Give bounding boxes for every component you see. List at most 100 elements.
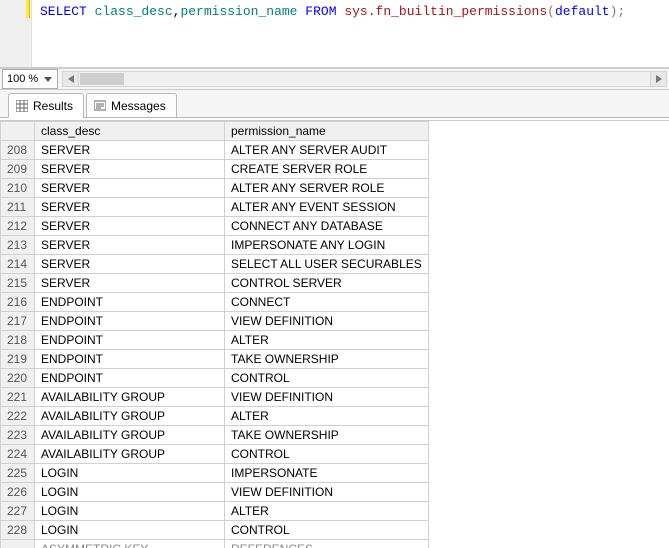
scroll-left-icon[interactable] bbox=[63, 72, 79, 86]
cell-permission-name: CONNECT ANY DATABASE bbox=[225, 217, 429, 236]
table-row[interactable]: 220ENDPOINTCONTROL bbox=[1, 369, 429, 388]
header-permission-name[interactable]: permission_name bbox=[225, 122, 429, 141]
cell-class-desc: LOGIN bbox=[35, 521, 225, 540]
cell-rownum: 216 bbox=[1, 293, 35, 312]
cell-permission-name: CONNECT bbox=[225, 293, 429, 312]
cell-rownum: 217 bbox=[1, 312, 35, 331]
cell-permission-name: IMPERSONATE ANY LOGIN bbox=[225, 236, 429, 255]
column-class-desc: class_desc bbox=[95, 4, 173, 19]
cell-class-desc: ASYMMETRIC KEY bbox=[35, 540, 225, 548]
cell-permission-name: VIEW DEFINITION bbox=[225, 312, 429, 331]
scroll-thumb[interactable] bbox=[80, 73, 124, 85]
change-marker bbox=[26, 0, 30, 18]
cell-rownum: 218 bbox=[1, 331, 35, 350]
line-gutter bbox=[0, 0, 32, 67]
tab-messages[interactable]: Messages bbox=[86, 93, 177, 117]
cell-permission-name: VIEW DEFINITION bbox=[225, 388, 429, 407]
zoom-dropdown[interactable]: 100 % bbox=[2, 69, 58, 89]
cell-rownum: 222 bbox=[1, 407, 35, 426]
cell-rownum: 214 bbox=[1, 255, 35, 274]
cell-class-desc: SERVER bbox=[35, 236, 225, 255]
table-row[interactable]: 211SERVERALTER ANY EVENT SESSION bbox=[1, 198, 429, 217]
cell-permission-name: ALTER ANY SERVER ROLE bbox=[225, 179, 429, 198]
header-class-desc[interactable]: class_desc bbox=[35, 122, 225, 141]
cell-class-desc: LOGIN bbox=[35, 483, 225, 502]
table-row[interactable]: 224AVAILABILITY GROUPCONTROL bbox=[1, 445, 429, 464]
table-row[interactable]: 222AVAILABILITY GROUPALTER bbox=[1, 407, 429, 426]
table-row[interactable]: 221AVAILABILITY GROUPVIEW DEFINITION bbox=[1, 388, 429, 407]
tab-results-label: Results bbox=[33, 99, 73, 113]
table-row[interactable]: 216ENDPOINTCONNECT bbox=[1, 293, 429, 312]
function-name: sys.fn_builtin_permissions bbox=[344, 4, 547, 19]
cell-class-desc: SERVER bbox=[35, 217, 225, 236]
query-editor[interactable]: SELECT class_desc,permission_name FROM s… bbox=[0, 0, 669, 68]
table-row[interactable]: 228LOGINCONTROL bbox=[1, 521, 429, 540]
table-row[interactable]: 223AVAILABILITY GROUPTAKE OWNERSHIP bbox=[1, 426, 429, 445]
cell-permission-name: ALTER bbox=[225, 331, 429, 350]
table-row[interactable]: 225LOGINIMPERSONATE bbox=[1, 464, 429, 483]
table-row[interactable]: 227LOGINALTER bbox=[1, 502, 429, 521]
open-paren: ( bbox=[547, 4, 555, 19]
cell-class-desc: LOGIN bbox=[35, 502, 225, 521]
table-row[interactable]: 215SERVERCONTROL SERVER bbox=[1, 274, 429, 293]
table-row[interactable]: 214SERVERSELECT ALL USER SECURABLES bbox=[1, 255, 429, 274]
cell-permission-name: TAKE OWNERSHIP bbox=[225, 350, 429, 369]
cell-rownum: 221 bbox=[1, 388, 35, 407]
table-row[interactable]: 208SERVERALTER ANY SERVER AUDIT bbox=[1, 141, 429, 160]
table-row[interactable]: 219ENDPOINTTAKE OWNERSHIP bbox=[1, 350, 429, 369]
cell-class-desc: AVAILABILITY GROUP bbox=[35, 407, 225, 426]
keyword-default: default bbox=[555, 4, 610, 19]
chevron-down-icon bbox=[41, 74, 55, 86]
cell-permission-name: CONTROL bbox=[225, 445, 429, 464]
cell-rownum: 223 bbox=[1, 426, 35, 445]
table-row[interactable]: 212SERVERCONNECT ANY DATABASE bbox=[1, 217, 429, 236]
table-row[interactable]: 218ENDPOINTALTER bbox=[1, 331, 429, 350]
cell-permission-name: VIEW DEFINITION bbox=[225, 483, 429, 502]
grid-header-row: class_desc permission_name bbox=[1, 122, 429, 141]
cell-rownum: 210 bbox=[1, 179, 35, 198]
table-row[interactable]: 217ENDPOINTVIEW DEFINITION bbox=[1, 312, 429, 331]
cell-class-desc: SERVER bbox=[35, 179, 225, 198]
cell-class-desc: SERVER bbox=[35, 198, 225, 217]
result-tabs: Results Messages bbox=[0, 90, 669, 118]
tab-results[interactable]: Results bbox=[8, 93, 84, 118]
table-row[interactable]: 226LOGINVIEW DEFINITION bbox=[1, 483, 429, 502]
keyword-select: SELECT bbox=[40, 4, 87, 19]
cell-permission-name: REFERENCES bbox=[225, 540, 429, 548]
cell-class-desc: ENDPOINT bbox=[35, 331, 225, 350]
cell-permission-name: IMPERSONATE bbox=[225, 464, 429, 483]
cell-class-desc: SERVER bbox=[35, 141, 225, 160]
cell-rownum: 226 bbox=[1, 483, 35, 502]
column-permission-name: permission_name bbox=[180, 4, 297, 19]
cell-rownum: 219 bbox=[1, 350, 35, 369]
cell-class-desc: ENDPOINT bbox=[35, 350, 225, 369]
results-grid-wrap[interactable]: class_desc permission_name 208SERVERALTE… bbox=[0, 120, 669, 548]
zoom-scroll-strip: 100 % bbox=[0, 68, 669, 90]
table-row[interactable]: 210SERVERALTER ANY SERVER ROLE bbox=[1, 179, 429, 198]
cell-class-desc: AVAILABILITY GROUP bbox=[35, 388, 225, 407]
cell-class-desc: SERVER bbox=[35, 160, 225, 179]
tab-messages-label: Messages bbox=[111, 99, 166, 113]
cell-permission-name: ALTER ANY EVENT SESSION bbox=[225, 198, 429, 217]
cell-rownum: 209 bbox=[1, 160, 35, 179]
cell-class-desc: SERVER bbox=[35, 255, 225, 274]
table-row[interactable]: 209SERVERCREATE SERVER ROLE bbox=[1, 160, 429, 179]
zoom-value: 100 % bbox=[7, 73, 38, 85]
query-text[interactable]: SELECT class_desc,permission_name FROM s… bbox=[32, 0, 633, 67]
table-row-partial[interactable]: ASYMMETRIC KEYREFERENCES bbox=[1, 540, 429, 548]
cell-class-desc: LOGIN bbox=[35, 464, 225, 483]
cell-permission-name: CONTROL bbox=[225, 369, 429, 388]
cell-permission-name: ALTER bbox=[225, 502, 429, 521]
scroll-right-icon[interactable] bbox=[650, 72, 666, 86]
keyword-from: FROM bbox=[305, 4, 336, 19]
results-grid[interactable]: class_desc permission_name 208SERVERALTE… bbox=[0, 121, 429, 548]
horizontal-scrollbar[interactable] bbox=[62, 71, 667, 87]
cell-rownum: 224 bbox=[1, 445, 35, 464]
cell-rownum: 225 bbox=[1, 464, 35, 483]
cell-class-desc: ENDPOINT bbox=[35, 312, 225, 331]
cell-permission-name: ALTER ANY SERVER AUDIT bbox=[225, 141, 429, 160]
table-row[interactable]: 213SERVERIMPERSONATE ANY LOGIN bbox=[1, 236, 429, 255]
cell-rownum: 213 bbox=[1, 236, 35, 255]
cell-rownum: 228 bbox=[1, 521, 35, 540]
header-rownum[interactable] bbox=[1, 122, 35, 141]
